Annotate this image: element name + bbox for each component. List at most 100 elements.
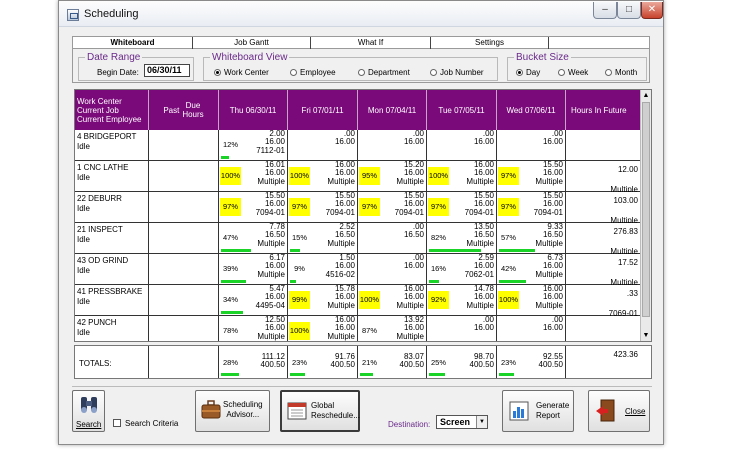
totals-percent: 23%	[500, 358, 516, 367]
day-cell[interactable]: 97% 15.50 16.00 Multiple	[497, 161, 566, 192]
day-cell[interactable]: 97% 15.50 16.00 7094-01	[358, 192, 427, 223]
day-cell[interactable]: 82% 13.50 16.50 Multiple	[427, 223, 497, 254]
tab-job-gantt[interactable]: Job Gantt	[193, 37, 311, 49]
day-cell[interactable]: 99% 15.78 16.00 Multiple	[288, 285, 358, 316]
generate-report-button[interactable]: Generate Report	[502, 390, 574, 432]
utilization-percent: 12%	[222, 140, 238, 149]
destination-select[interactable]: Screen ▼	[436, 415, 488, 429]
table-row[interactable]: 22 DEBURR Idle 97% 15.50 16.00 7094-01 97% 15.5…	[75, 192, 641, 223]
day-cell[interactable]: .00 16.00	[358, 254, 427, 285]
day-cell[interactable]: .00 16.00	[288, 130, 358, 161]
scroll-down-icon[interactable]: ▼	[641, 330, 651, 341]
day-cell[interactable]: 100% 16.00 16.00 Multiple	[288, 161, 358, 192]
day-cell[interactable]: .00 16.00	[497, 130, 566, 161]
day-cell[interactable]: 100% 16.00 16.00 Multiple	[288, 316, 358, 341]
day-cell[interactable]: 100% 16.00 16.00 Multiple	[427, 161, 497, 192]
work-center-cell[interactable]: 43 OD GRIND Idle	[75, 254, 149, 285]
radio-employee[interactable]: Employee	[290, 68, 336, 77]
radio-job-number[interactable]: Job Number	[430, 68, 484, 77]
table-row[interactable]: 1 CNC LATHE Idle 100% 16.01 16.00 Multiple 100…	[75, 161, 641, 192]
day-cell[interactable]: 97% 15.50 16.00 7094-01	[427, 192, 497, 223]
tab-settings[interactable]: Settings	[431, 37, 549, 49]
search-button[interactable]: Search	[72, 390, 105, 432]
day-cell[interactable]: 95% 15.20 16.00 Multiple	[358, 161, 427, 192]
radio-week[interactable]: Week	[558, 68, 588, 77]
day-cell[interactable]: 87% 13.92 16.00 Multiple	[358, 316, 427, 341]
close-window-button[interactable]: ✕	[641, 2, 663, 19]
begin-date-input[interactable]: 06/30/11	[144, 64, 190, 77]
table-row[interactable]: 21 INSPECT Idle 47% 7.78 16.50 Multiple 15% 2.5…	[75, 223, 641, 254]
day-cell[interactable]: 78% 12.50 16.00 Multiple	[219, 316, 288, 341]
day-cell[interactable]: 12% 2.00 16.00 7112-01	[219, 130, 288, 161]
day-cell[interactable]: 57% 9.33 16.50 Multiple	[497, 223, 566, 254]
work-center-cell[interactable]: 1 CNC LATHE Idle	[75, 161, 149, 192]
work-center-cell[interactable]: 42 PUNCH Idle	[75, 316, 149, 341]
day-cell[interactable]: .00 16.00	[427, 130, 497, 161]
radio-label: Department	[368, 68, 410, 77]
day-cell[interactable]: .00 16.00	[427, 316, 497, 341]
radio-department[interactable]: Department	[358, 68, 410, 77]
radio-month[interactable]: Month	[605, 68, 637, 77]
hours-values: 16.01 16.00 Multiple	[257, 161, 285, 186]
minimize-button[interactable]: –	[593, 2, 617, 19]
title-bar[interactable]: Scheduling – □ ✕	[59, 1, 663, 27]
radio-dot-icon	[290, 69, 297, 76]
utilization-percent: 47%	[222, 233, 238, 242]
table-row[interactable]: 4 BRIDGEPORT Idle 12% 2.00 16.00 7112-01 .00 16…	[75, 130, 641, 161]
utilization-bar	[221, 249, 251, 252]
future-line	[610, 237, 638, 247]
future-line: Multiple	[610, 185, 638, 192]
totals-values: 111.12 400.50	[261, 352, 285, 370]
grid-header: Work Center Current Job Current Employee P…	[75, 90, 641, 130]
day-cell[interactable]: 9% 1.50 16.00 4516-02	[288, 254, 358, 285]
day-cell[interactable]: .00 16.50	[358, 223, 427, 254]
maximize-button[interactable]: □	[617, 2, 641, 19]
totals-bar	[360, 373, 373, 376]
table-row[interactable]: 42 PUNCH Idle 78% 12.50 16.00 Multiple 100% 16.…	[75, 316, 641, 341]
day-cell[interactable]: 92% 14.78 16.00 Multiple	[427, 285, 497, 316]
hours-line: Multiple	[535, 176, 563, 186]
search-criteria-checkbox[interactable]	[113, 419, 121, 427]
tab-whiteboard[interactable]: Whiteboard	[73, 37, 193, 49]
table-row[interactable]: 43 OD GRIND Idle 39% 6.17 16.00 Multiple 9% 1.5…	[75, 254, 641, 285]
work-center-cell[interactable]: 4 BRIDGEPORT Idle	[75, 130, 149, 161]
vertical-scrollbar[interactable]: ▲ ▼	[640, 90, 651, 341]
day-cell[interactable]: 16% 2.59 16.00 7062-01	[427, 254, 497, 285]
tab-what-if[interactable]: What If	[311, 37, 431, 49]
work-center-cell[interactable]: 22 DEBURR Idle	[75, 192, 149, 223]
header-day: Thu 06/30/11	[219, 90, 288, 130]
radio-work-center[interactable]: Work Center	[214, 68, 269, 77]
radio-day[interactable]: Day	[516, 68, 540, 77]
day-cell[interactable]: .00 16.00	[358, 130, 427, 161]
work-center-cell[interactable]: 41 PRESSBRAKE Idle	[75, 285, 149, 316]
table-row[interactable]: 41 PRESSBRAKE Idle 34% 5.47 16.00 4495-04 99% 1…	[75, 285, 641, 316]
work-center-cell[interactable]: 21 INSPECT Idle	[75, 223, 149, 254]
day-cell[interactable]: 97% 15.50 16.00 7094-01	[219, 192, 288, 223]
chevron-down-icon[interactable]: ▼	[476, 416, 487, 428]
totals-past-due	[149, 346, 219, 378]
day-cell[interactable]: 39% 6.17 16.00 Multiple	[219, 254, 288, 285]
hours-line: Multiple	[257, 269, 285, 279]
past-due-cell	[149, 285, 219, 316]
totals-percent: 28%	[222, 358, 238, 367]
totals-line: 400.50	[469, 360, 494, 370]
day-cell[interactable]: .00 16.00	[497, 316, 566, 341]
whiteboard-grid[interactable]: Work Center Current Job Current Employee P…	[74, 89, 652, 342]
day-cell[interactable]: 100% 16.00 16.00 Multiple	[358, 285, 427, 316]
scheduling-advisor-button[interactable]: Scheduling Advisor...	[195, 390, 270, 432]
day-cell[interactable]: 100% 16.01 16.00 Multiple	[219, 161, 288, 192]
hours-line: Multiple	[257, 238, 285, 248]
day-cell[interactable]: 97% 15.50 16.00 7094-01	[497, 192, 566, 223]
day-cell[interactable]: 34% 5.47 16.00 4495-04	[219, 285, 288, 316]
day-cell[interactable]: 100% 16.00 16.00 Multiple	[497, 285, 566, 316]
scroll-thumb[interactable]	[642, 102, 650, 317]
global-reschedule-button[interactable]: Global Reschedule...	[280, 390, 360, 432]
close-button[interactable]: Close	[588, 390, 650, 432]
scroll-up-icon[interactable]: ▲	[641, 90, 651, 101]
utilization-percent: 16%	[430, 264, 446, 273]
day-cell[interactable]: 47% 7.78 16.50 Multiple	[219, 223, 288, 254]
day-cell[interactable]: 97% 15.50 16.00 7094-01	[288, 192, 358, 223]
day-cell[interactable]: 15% 2.52 16.50 Multiple	[288, 223, 358, 254]
day-cell[interactable]: 42% 6.73 16.00 Multiple	[497, 254, 566, 285]
work-center-status: Idle	[77, 266, 90, 275]
